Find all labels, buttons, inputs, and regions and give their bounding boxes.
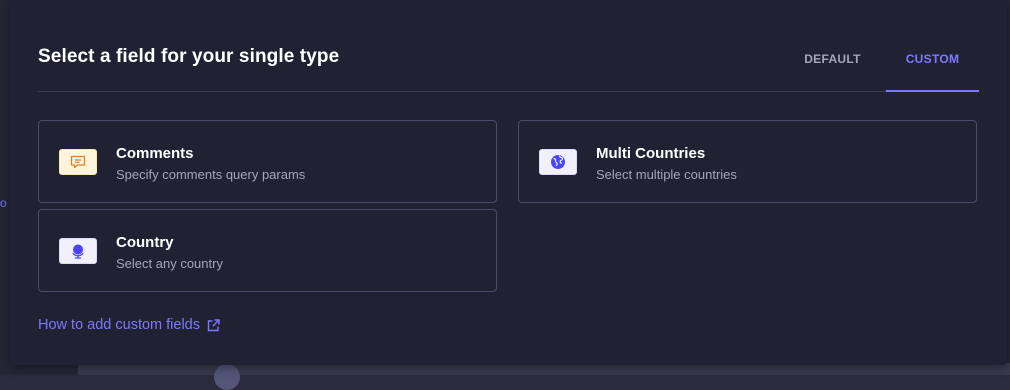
field-card-description: Select any country — [116, 256, 223, 271]
globe-stand-icon — [59, 238, 97, 264]
tab-custom[interactable]: CUSTOM — [886, 0, 979, 92]
comment-icon — [59, 149, 97, 175]
backdrop-avatar — [214, 364, 240, 390]
field-type-tabs: DEFAULT CUSTOM — [793, 0, 979, 92]
backdrop-text-fragment: o — [0, 196, 7, 210]
globe-icon — [539, 149, 577, 175]
external-link-icon — [207, 318, 220, 331]
field-card-title: Country — [116, 234, 174, 251]
field-card-title: Multi Countries — [596, 145, 706, 162]
tab-default[interactable]: DEFAULT — [793, 0, 872, 91]
help-link-label: How to add custom fields — [38, 317, 200, 333]
field-card-description: Specify comments query params — [116, 167, 306, 182]
field-card-description: Select multiple countries — [596, 167, 737, 182]
field-card-title: Comments — [116, 145, 194, 162]
modal-title: Select a field for your single type — [38, 46, 340, 67]
help-link-custom-fields[interactable]: How to add custom fields — [38, 317, 220, 333]
modal-header: Select a field for your single type DEFA… — [38, 0, 979, 92]
field-card-multi-countries[interactable]: Multi Countries Select multiple countrie… — [518, 120, 977, 203]
field-card-country[interactable]: Country Select any country — [38, 209, 497, 292]
field-picker-modal: Select a field for your single type DEFA… — [10, 0, 1007, 365]
field-card-comments[interactable]: Comments Specify comments query params — [38, 120, 497, 203]
